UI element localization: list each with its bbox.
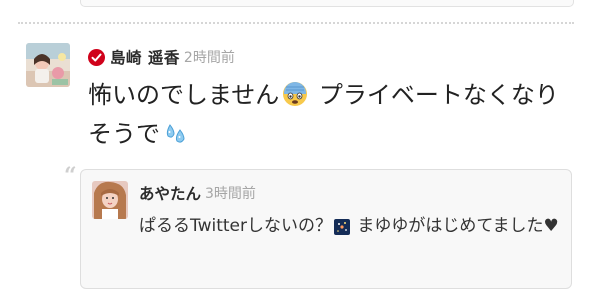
author-name[interactable]: 島崎 遥香	[110, 46, 180, 68]
reply-header: あやたん 3時間前	[139, 182, 256, 204]
reply-time[interactable]: 3時間前	[205, 183, 256, 203]
post-thread: 島崎 遥香 2時間前 怖いのでしません プライベートなくなりそうで “ あやたん…	[0, 0, 599, 292]
night-sky-icon	[333, 215, 350, 246]
reply-text-part2: まゆゆがはじめてました	[351, 216, 544, 236]
post-divider	[18, 22, 574, 24]
post-text-part1: 怖いのでしません	[88, 81, 280, 109]
reply-avatar[interactable]	[92, 181, 128, 219]
reply-card[interactable]: あやたん 3時間前 ぱるるTwitterしないの？ まゆゆがはじめてました♥	[80, 169, 572, 289]
reply-text-part1: ぱるるTwitterしないの？	[139, 216, 332, 236]
fearful-face-icon	[281, 81, 309, 117]
post-header: 島崎 遥香 2時間前	[88, 45, 235, 69]
verified-check-icon	[88, 48, 105, 66]
reply-author-name[interactable]: あやたん	[139, 182, 201, 204]
author-avatar[interactable]	[26, 43, 70, 87]
previous-reply-card	[80, 0, 574, 7]
quote-mark-icon: “	[64, 163, 77, 189]
reply-text: ぱるるTwitterしないの？ まゆゆがはじめてました♥	[139, 211, 559, 246]
sweat-droplets-icon	[162, 121, 190, 156]
post-text: 怖いのでしません プライベートなくなりそうで	[88, 78, 568, 156]
post-time[interactable]: 2時間前	[184, 47, 235, 67]
heart-icon: ♥	[543, 216, 559, 236]
